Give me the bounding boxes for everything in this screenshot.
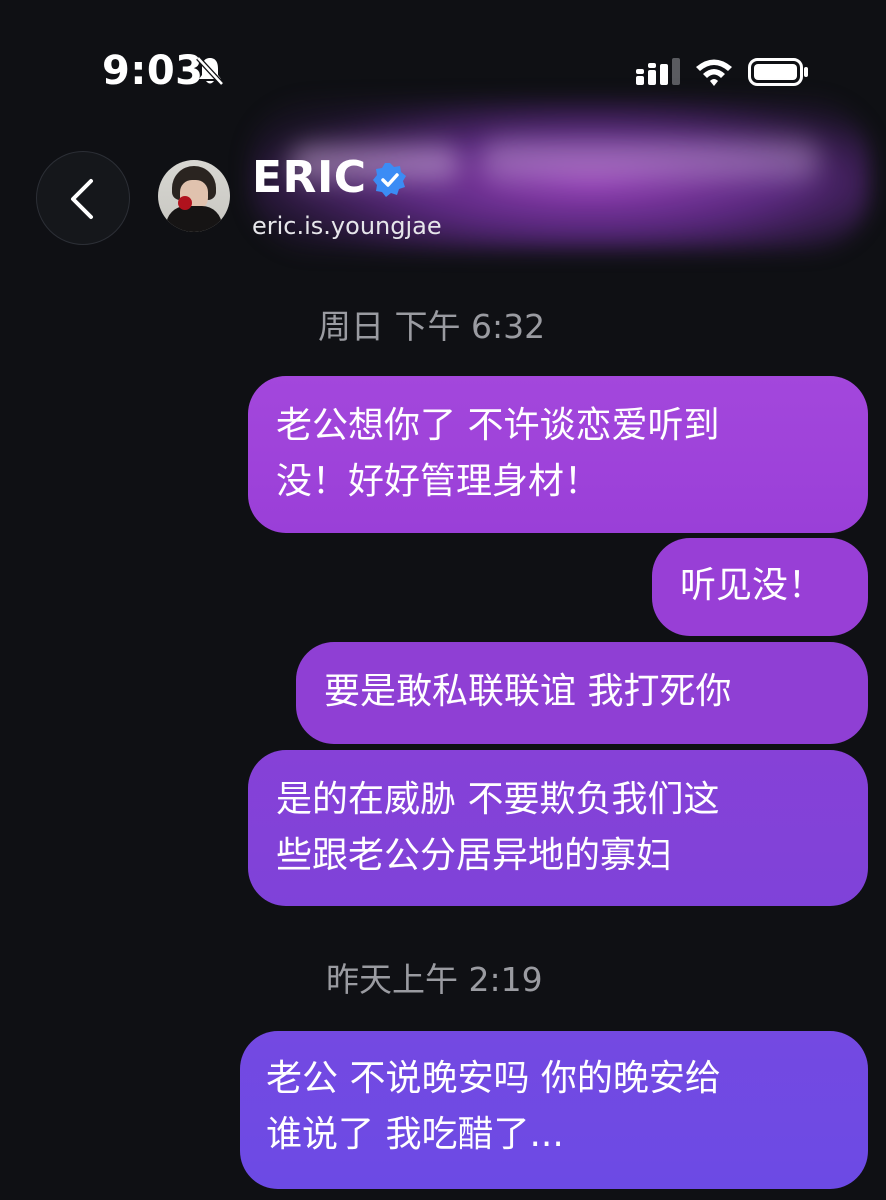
contact-name[interactable]: ERIC — [252, 152, 367, 203]
signal-icon — [636, 58, 680, 85]
message-timestamp: 周日 下午 6:32 — [318, 307, 546, 346]
message-timestamp: 昨天上午 2:19 — [326, 960, 543, 999]
message-text-line: 些跟老公分居异地的寡妇 — [276, 835, 673, 876]
message-text-line: 听见没！ — [680, 565, 825, 606]
verified-badge-icon — [373, 163, 406, 197]
message-bubble[interactable]: 要是敢私联联谊 我打死你 — [296, 642, 868, 744]
message-bubble[interactable]: 是的在威胁 不要欺负我们这 些跟老公分居异地的寡妇 — [248, 750, 868, 906]
message-text-line: 是的在威胁 不要欺负我们这 — [276, 779, 720, 820]
status-bar: 9:03 — [0, 0, 886, 110]
message-text-line: 老公 不说晚安吗 你的晚安给 — [266, 1058, 721, 1099]
back-button[interactable] — [36, 151, 130, 245]
message-text-line: 要是敢私联联谊 我打死你 — [324, 671, 732, 712]
bell-off-icon — [196, 56, 224, 86]
battery-icon — [748, 58, 808, 86]
chevron-left-icon — [71, 179, 93, 219]
message-text-line: 谁说了 我吃醋了... — [266, 1114, 564, 1155]
status-time: 9:03 — [102, 48, 204, 94]
contact-handle[interactable]: eric.is.youngjae — [252, 212, 442, 240]
message-bubble[interactable]: 老公 不说晚安吗 你的晚安给 谁说了 我吃醋了... — [240, 1031, 868, 1189]
message-bubble[interactable]: 老公想你了 不许谈恋爱听到 没！好好管理身材！ — [248, 376, 868, 533]
message-text-line: 没！好好管理身材！ — [276, 461, 601, 502]
avatar[interactable] — [158, 160, 230, 232]
wifi-icon — [696, 59, 732, 86]
chat-screen: 9:03 ERIC eric.is.youngjae 周日 下午 6:32 老公… — [0, 0, 886, 1200]
message-bubble[interactable]: 听见没！ — [652, 538, 868, 636]
message-text-line: 老公想你了 不许谈恋爱听到 — [276, 405, 720, 446]
